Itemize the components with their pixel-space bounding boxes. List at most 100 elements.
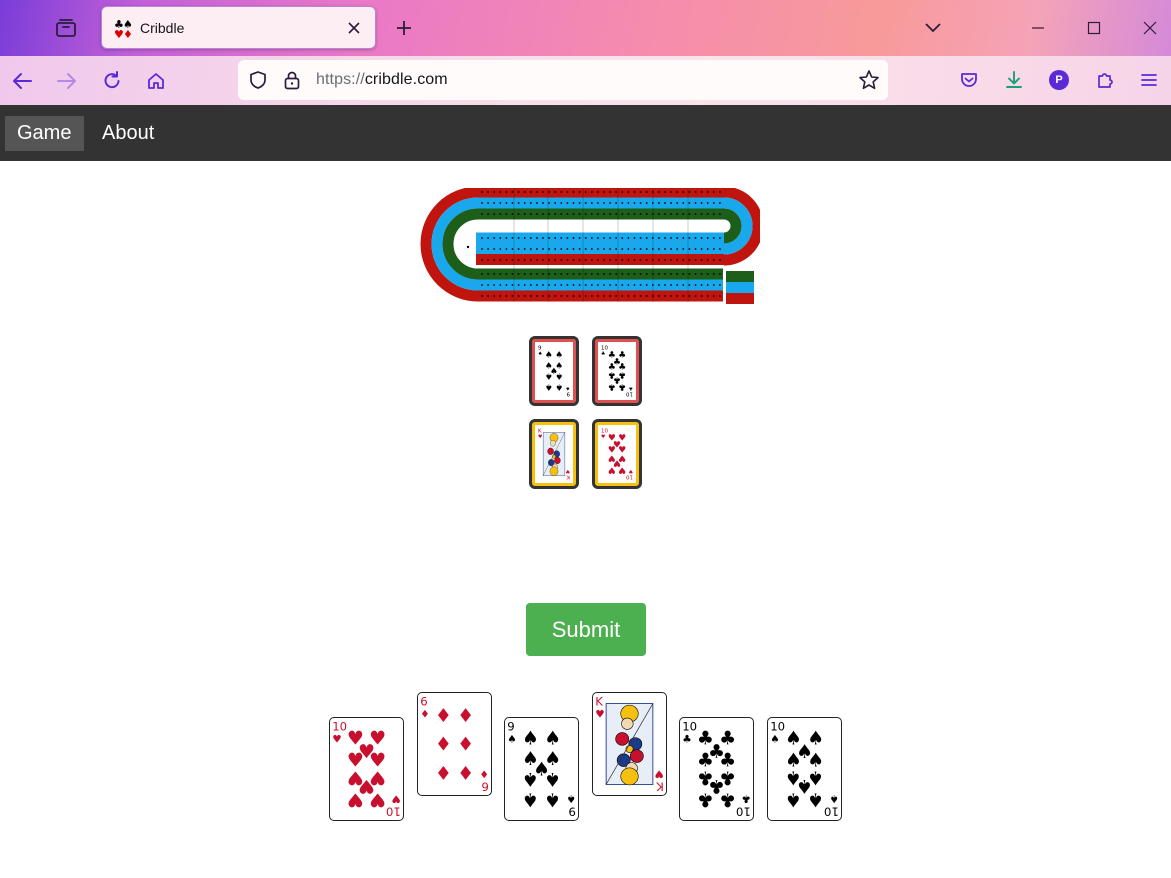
crib-card-k-of-hearts[interactable]: K ♥ K ♥ [529, 419, 579, 489]
account-avatar-icon[interactable]: P [1046, 67, 1072, 93]
spades-pip-icon: ♠ [544, 789, 561, 811]
back-arrow-icon[interactable] [7, 66, 37, 96]
close-tab-icon[interactable] [343, 17, 365, 39]
spades-pip-icon: ♠ [545, 350, 553, 360]
bookmark-star-icon[interactable] [858, 69, 880, 96]
hearts-pip-icon: ♥ [369, 789, 386, 811]
cribbage-board [418, 186, 764, 308]
hearts-suit-icon: ♥ [595, 708, 604, 720]
hand-card-k-of-hearts[interactable]: K ♥ K ♥ [592, 692, 667, 796]
url-text: https://cribdle.com [316, 71, 448, 89]
hand-card-10-of-spades[interactable]: 10 ♠ 10 ♠ ♠ ♠ ♠ ♠ ♠ ♠ ♠ ♠ ♠ ♠ [767, 717, 842, 821]
diamonds-pip-icon: ♦ [435, 734, 452, 756]
tracking-shield-icon[interactable] [248, 70, 268, 95]
cards-favicon-icon: ♣ ♠ ♥ ♦ [114, 18, 134, 41]
diamonds-pip-icon: ♦ [457, 705, 474, 727]
maximize-icon[interactable] [1077, 12, 1111, 44]
hamburger-menu-icon[interactable] [1136, 67, 1162, 93]
hearts-suit-icon: ♥ [538, 434, 542, 440]
hearts-suit-icon: ♥ [654, 768, 663, 780]
minimize-icon[interactable] [1021, 12, 1055, 44]
diamonds-suit-icon: ♦ [479, 768, 488, 780]
diamonds-pip-icon: ♦ [457, 734, 474, 756]
nav-link-game[interactable]: Game [5, 116, 84, 151]
card-rank-label: 10 [386, 804, 401, 818]
card-rank-label: K [595, 695, 603, 709]
card-rank-label: 9 [507, 720, 514, 734]
profile-initial: P [1049, 70, 1069, 90]
hearts-pip-icon: ♥ [608, 465, 616, 475]
clubs-suit-icon: ♣ [629, 385, 633, 391]
hand-card-10-of-clubs[interactable]: 10 ♣ 10 ♣ ♣ ♣ ♣ ♣ ♣ ♣ ♣ ♣ ♣ ♣ [679, 717, 754, 821]
clubs-suit-icon: ♣ [741, 793, 750, 805]
card-rank-label: 6 [420, 695, 427, 709]
spades-suit-icon: ♠ [566, 793, 575, 805]
clubs-suit-icon: ♣ [601, 351, 605, 357]
card-rank-label: K [656, 779, 664, 793]
spades-pip-icon: ♠ [522, 768, 539, 790]
spades-pip-icon: ♠ [544, 727, 561, 749]
site-nav-bar: Game About [0, 105, 1171, 161]
spades-pip-icon: ♠ [555, 350, 563, 360]
pocket-icon[interactable] [956, 67, 982, 93]
spades-suit-icon: ♠ [566, 385, 570, 391]
spades-pip-icon: ♠ [785, 789, 802, 811]
card-rank-label: 10 [736, 804, 751, 818]
crib-card-10-of-hearts[interactable]: 10 ♥ 10 ♥ ♥ ♥ ♥ ♥ ♥ ♥ ♥ ♥ ♥ ♥ [592, 419, 642, 489]
spades-pip-icon: ♠ [522, 789, 539, 811]
spades-pip-icon: ♠ [545, 382, 553, 392]
spades-suit-icon: ♠ [770, 733, 779, 745]
download-icon[interactable] [1001, 67, 1027, 93]
reload-icon[interactable] [97, 66, 127, 96]
card-rank-label: 10 [682, 720, 697, 734]
hearts-pip-icon: ♥ [347, 789, 364, 811]
url-scheme: https:// [316, 71, 365, 88]
hearts-suit-icon: ♥ [332, 733, 341, 745]
submit-button[interactable]: Submit [526, 603, 646, 656]
spades-suit-icon: ♠ [829, 793, 838, 805]
diamonds-pip-icon: ♦ [435, 761, 452, 783]
close-window-icon[interactable] [1133, 12, 1167, 44]
browser-toolbar: https://cribdle.com P [0, 56, 1171, 105]
clubs-pip-icon: ♣ [608, 382, 616, 392]
spades-pip-icon: ♠ [545, 371, 553, 381]
spades-pip-icon: ♠ [522, 727, 539, 749]
url-bar[interactable]: https://cribdle.com [238, 60, 888, 100]
spades-suit-icon: ♠ [507, 733, 516, 745]
hand-card-10-of-hearts[interactable]: 10 ♥ 10 ♥ ♥ ♥ ♥ ♥ ♥ ♥ ♥ ♥ ♥ ♥ [329, 717, 404, 821]
extensions-puzzle-icon[interactable] [1092, 67, 1118, 93]
new-tab-icon[interactable] [390, 14, 418, 42]
hearts-suit-icon: ♥ [601, 434, 605, 440]
card-rank-label: 10 [770, 720, 785, 734]
browser-tab[interactable]: ♣ ♠ ♥ ♦ Cribdle [101, 6, 376, 49]
hearts-suit-icon: ♥ [566, 468, 570, 474]
diamonds-pip-icon: ♦ [457, 761, 474, 783]
clubs-pip-icon: ♣ [719, 789, 736, 811]
spades-pip-icon: ♠ [555, 371, 563, 381]
tab-title: Cribdle [140, 20, 185, 36]
nav-link-about[interactable]: About [90, 116, 166, 151]
hand-card-9-of-spades[interactable]: 9 ♠ 9 ♠ ♠ ♠ ♠ ♠ ♠ ♠ ♠ ♠ ♠ [504, 717, 579, 821]
tab-overview-icon[interactable] [48, 12, 84, 44]
home-icon[interactable] [141, 66, 171, 96]
diamonds-pip-icon: ♦ [435, 705, 452, 727]
forward-arrow-icon[interactable] [52, 66, 82, 96]
hand-card-6-of-diamonds[interactable]: 6 ♦ 6 ♦ ♦ ♦ ♦ ♦ ♦ ♦ [417, 692, 492, 796]
card-rank-label: 9 [568, 804, 575, 818]
chevron-down-icon[interactable] [920, 15, 946, 41]
card-rank-label: 10 [332, 720, 347, 734]
crib-card-10-of-clubs[interactable]: 10 ♣ 10 ♣ ♣ ♣ ♣ ♣ ♣ ♣ ♣ ♣ ♣ ♣ [592, 336, 642, 406]
spades-suit-icon: ♠ [538, 351, 542, 357]
diamonds-suit-icon: ♦ [420, 708, 429, 720]
hearts-pip-icon: ♥ [618, 465, 626, 475]
svg-text:♦: ♦ [123, 28, 133, 38]
spades-pip-icon: ♠ [807, 789, 824, 811]
hearts-suit-icon: ♥ [391, 793, 400, 805]
crib-card-9-of-spades[interactable]: 9 ♠ 9 ♠ ♠ ♠ ♠ ♠ ♠ ♠ ♠ ♠ ♠ [529, 336, 579, 406]
browser-tab-bar: ♣ ♠ ♥ ♦ Cribdle [0, 0, 1171, 56]
clubs-suit-icon: ♣ [682, 733, 691, 745]
lock-icon[interactable] [283, 70, 301, 95]
spades-pip-icon: ♠ [555, 382, 563, 392]
card-rank-label: 6 [481, 779, 488, 793]
url-host: cribdle.com [364, 71, 448, 88]
